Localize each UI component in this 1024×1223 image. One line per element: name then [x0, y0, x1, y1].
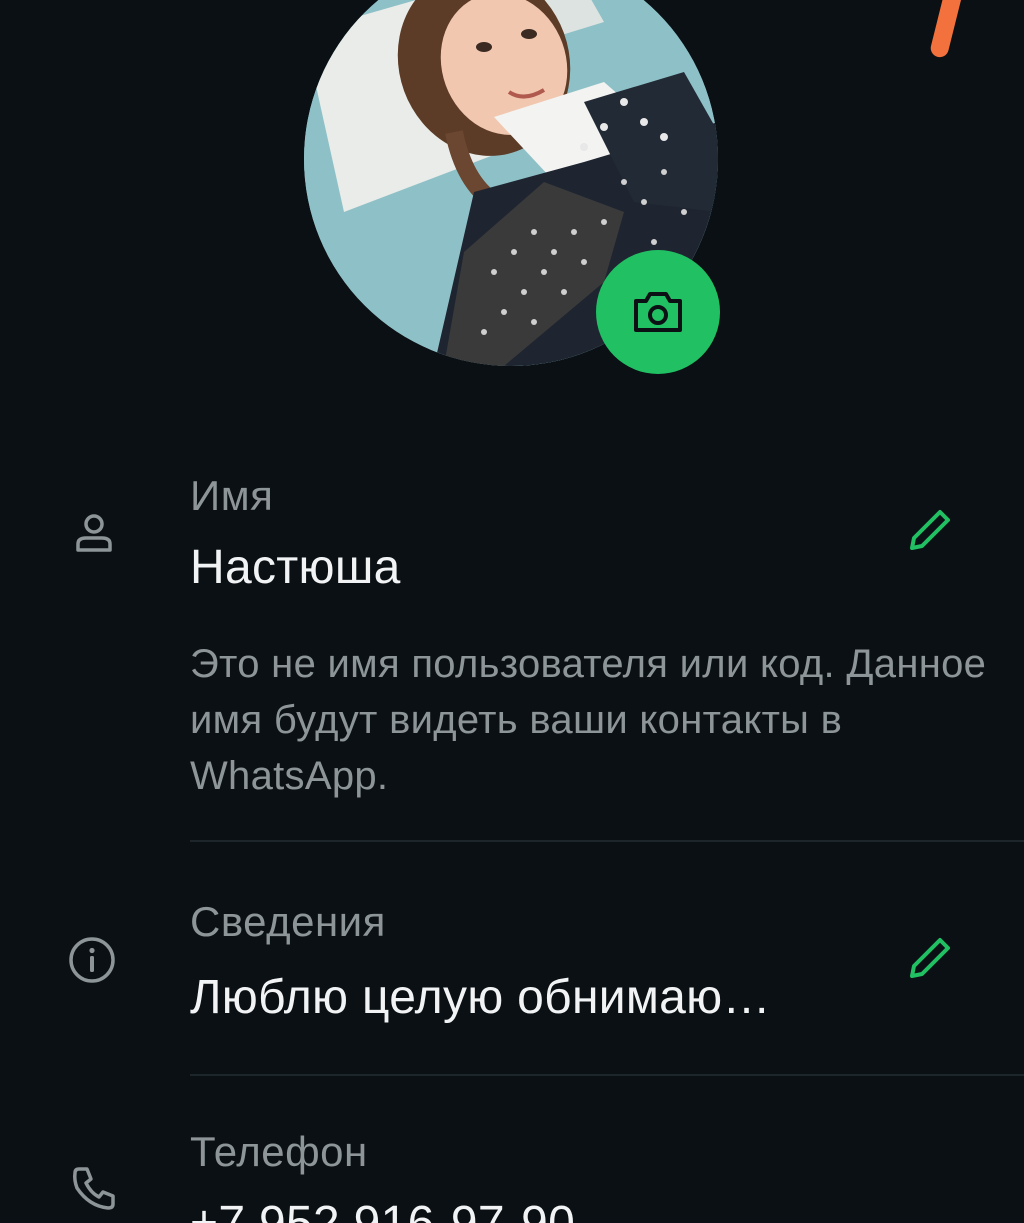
about-value[interactable]: Люблю целую обнимаю… [190, 970, 771, 1025]
info-icon [64, 932, 120, 988]
phone-value[interactable]: +7 952 916-97-90 [190, 1196, 575, 1223]
change-photo-button[interactable] [596, 250, 720, 374]
camera-icon [634, 292, 682, 332]
orange-mark [928, 0, 966, 60]
edit-about-button[interactable] [900, 928, 960, 988]
pencil-icon [910, 510, 950, 550]
name-value[interactable]: Настюша [190, 540, 401, 595]
name-label: Имя [190, 472, 274, 519]
edit-name-button[interactable] [900, 500, 960, 560]
profile-screen: Имя Настюша Это не имя пользователя или … [0, 0, 1024, 1223]
pencil-icon [910, 938, 950, 978]
divider [190, 1074, 1024, 1076]
divider [190, 840, 1024, 842]
phone-icon [66, 1160, 122, 1216]
name-helper-text: Это не имя пользователя или код. Данное … [190, 642, 987, 798]
person-icon [66, 504, 122, 560]
phone-label: Телефон [190, 1128, 368, 1175]
about-label: Сведения [190, 898, 386, 945]
